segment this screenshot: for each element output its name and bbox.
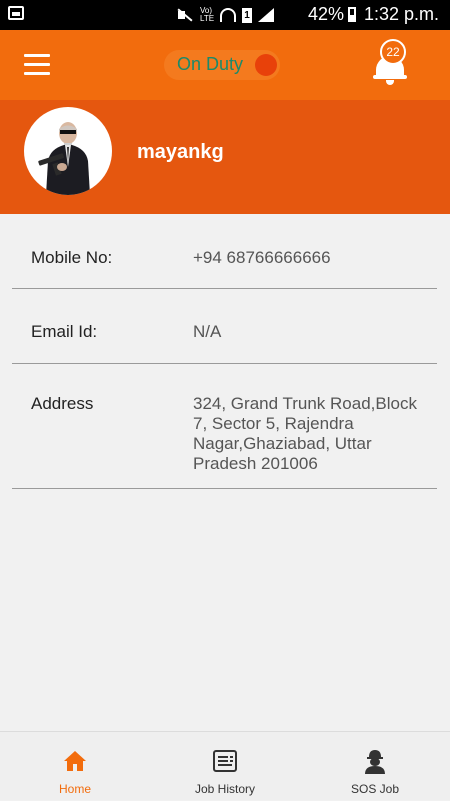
status-bar: Vo) LTE 1 42% 1:32 p.m. <box>0 0 450 30</box>
signal-icon <box>258 8 275 22</box>
mobile-label: Mobile No: <box>31 248 113 267</box>
toggle-knob <box>255 54 277 76</box>
clock: 1:32 p.m. <box>364 4 440 24</box>
mute-icon <box>176 8 194 22</box>
battery-percent: 42% <box>308 4 345 24</box>
notification-count-badge: 22 <box>380 39 406 65</box>
profile-header: mayankg <box>0 100 450 214</box>
battery-icon <box>348 7 356 22</box>
email-row: Email Id: N/A <box>12 289 437 364</box>
notifications-button[interactable]: 22 <box>372 39 408 85</box>
menu-icon[interactable] <box>24 54 52 76</box>
volte-lte-icon: Vo) LTE <box>200 6 215 23</box>
nav-job-history-label: Job History <box>194 782 256 796</box>
job-history-icon <box>213 750 237 772</box>
sim-slot-icon: 1 <box>242 7 253 23</box>
wifi-icon <box>220 8 237 22</box>
nav-home-label: Home <box>58 782 91 796</box>
home-icon <box>64 751 86 771</box>
on-duty-label: On Duty <box>177 54 244 74</box>
address-value: 324, Grand Trunk Road,Block 7, Sector 5,… <box>193 394 417 473</box>
sos-job-icon <box>365 750 385 774</box>
nav-job-history[interactable]: Job History <box>150 732 300 801</box>
mobile-value: +94 68766666666 <box>193 248 331 267</box>
email-label: Email Id: <box>31 322 98 341</box>
bottom-navigation: Home Job History SOS Job <box>0 731 450 800</box>
address-label: Address <box>31 394 94 413</box>
username: mayankg <box>137 141 224 163</box>
on-duty-toggle[interactable]: On Duty <box>164 50 280 80</box>
address-row: Address 324, Grand Trunk Road,Block 7, S… <box>12 364 437 489</box>
nav-sos-job-label: SOS Job <box>350 782 400 796</box>
email-value: N/A <box>193 322 222 341</box>
nav-sos-job[interactable]: SOS Job <box>300 732 450 801</box>
mobile-row: Mobile No: +94 68766666666 <box>12 222 437 289</box>
nav-home[interactable]: Home <box>0 732 150 801</box>
gallery-notification-icon <box>8 6 24 20</box>
status-icons: Vo) LTE 1 <box>176 5 275 25</box>
avatar <box>24 107 112 195</box>
profile-details: Mobile No: +94 68766666666 Email Id: N/A… <box>12 222 437 489</box>
toolbar: On Duty 22 <box>0 30 450 100</box>
